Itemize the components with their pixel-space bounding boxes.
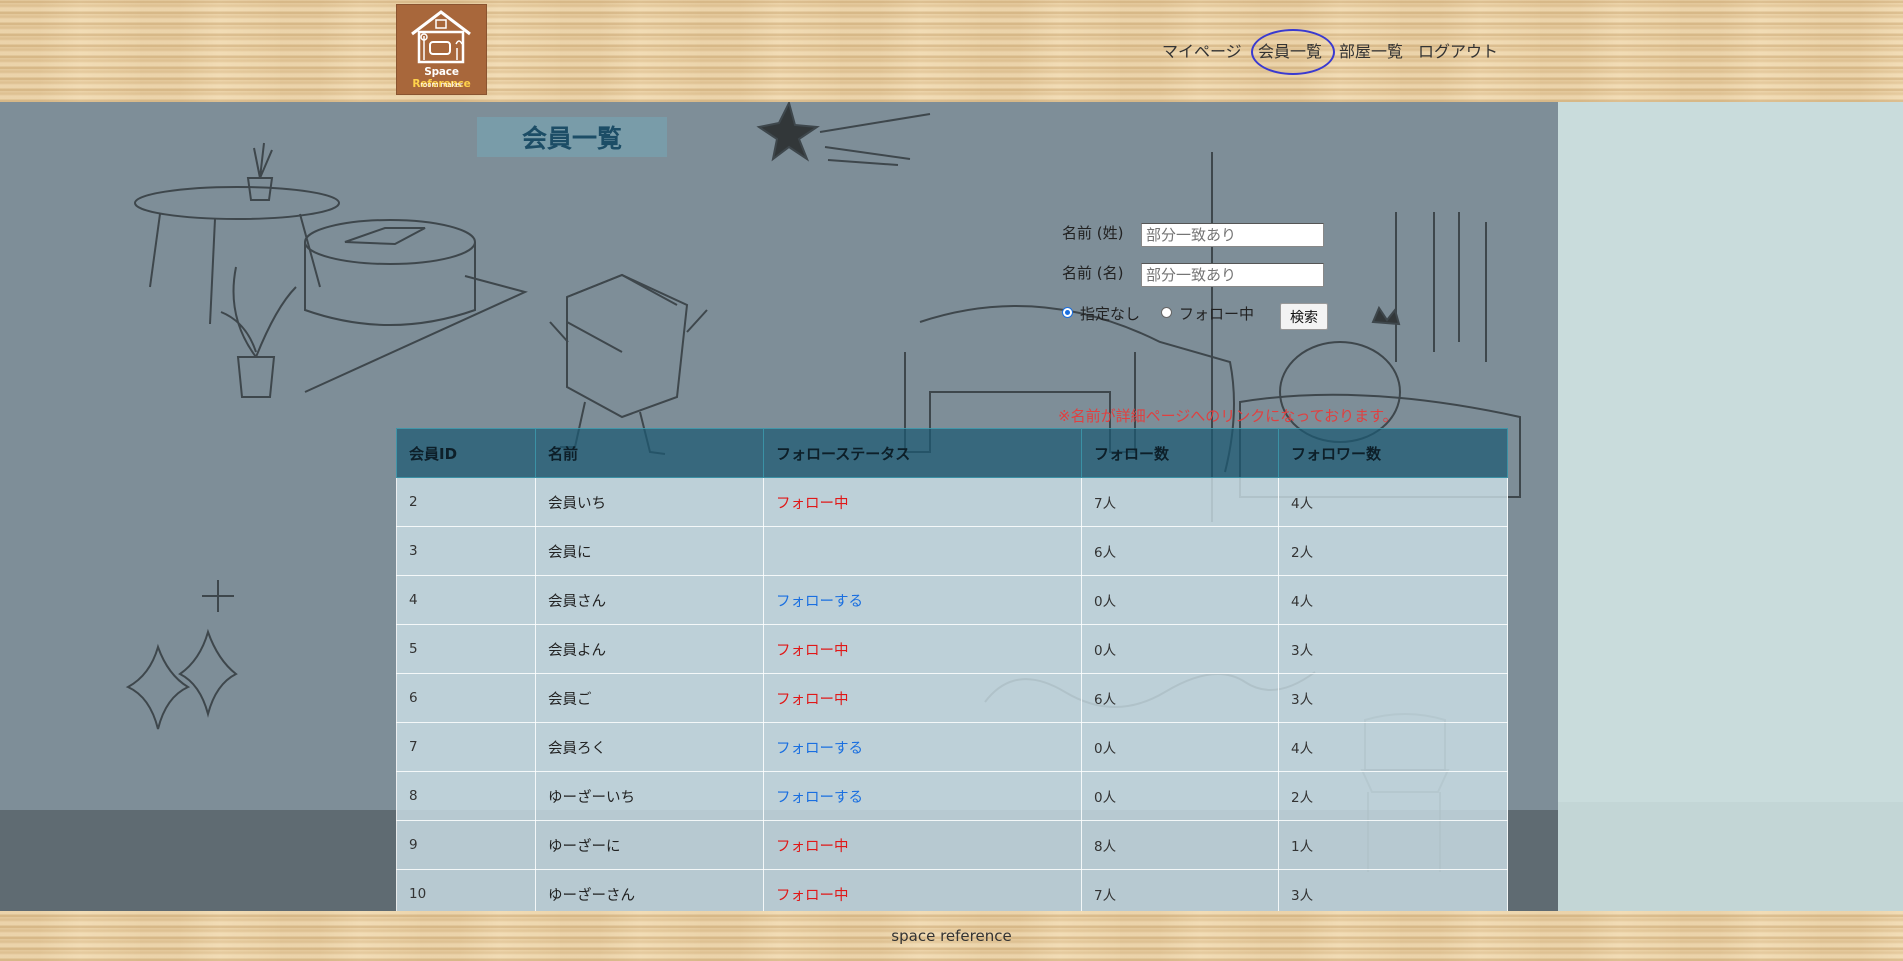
table-row: 6 会員ご フォロー中 6人 3人 [396,673,1508,723]
member-name-link[interactable]: 会員よん [535,624,764,674]
following-link[interactable]: フォロー中 [776,643,849,659]
site-logo[interactable]: Space Reference room maker [396,4,487,95]
nav-logout[interactable]: ログアウト [1418,38,1498,62]
col-header-followers: フォロワー数 [1278,428,1508,478]
footer-text: space reference [891,927,1012,945]
member-name-link[interactable]: 会員ろく [535,722,764,772]
first-name-input[interactable] [1141,263,1324,287]
member-id: 9 [396,820,536,870]
radio-following-label: フォロー中 [1179,305,1255,323]
table-row: 4 会員さん フォローする 0人 4人 [396,575,1508,625]
member-id: 3 [396,526,536,576]
last-name-label: 名前 (姓) [1062,224,1124,242]
follow-status [763,526,1082,576]
follower-count: 4人 [1278,575,1508,625]
member-id: 2 [396,477,536,527]
follow-status: フォロー中 [763,820,1082,870]
last-name-input[interactable] [1141,223,1324,247]
nav-rooms[interactable]: 部屋一覧 [1339,38,1403,62]
follow-status: フォローする [763,722,1082,772]
table-row: 7 会員ろく フォローする 0人 4人 [396,722,1508,772]
search-button[interactable]: 検索 [1280,303,1328,330]
member-id: 6 [396,673,536,723]
follower-count: 3人 [1278,673,1508,723]
following-count: 0人 [1081,771,1279,821]
table-header-row: 会員ID 名前 フォローステータス フォロー数 フォロワー数 [396,428,1508,478]
following-link[interactable]: フォロー中 [776,496,849,512]
header: Space Reference room maker マイページ 会員一覧 部屋… [0,0,1903,102]
follower-count: 1人 [1278,820,1508,870]
follower-count: 4人 [1278,722,1508,772]
follower-count: 4人 [1278,477,1508,527]
member-name-link[interactable]: ゆーざーいち [535,771,764,821]
table-row: 8 ゆーざーいち フォローする 0人 2人 [396,771,1508,821]
follow-link[interactable]: フォローする [776,790,863,806]
follower-count: 2人 [1278,526,1508,576]
follow-status: フォローする [763,575,1082,625]
page-title: 会員一覧 [477,117,667,157]
table-row: 3 会員に 6人 2人 [396,526,1508,576]
col-header-name: 名前 [535,428,764,478]
table-row: 5 会員よん フォロー中 0人 3人 [396,624,1508,674]
follow-status: フォロー中 [763,673,1082,723]
follower-count: 3人 [1278,624,1508,674]
following-count: 8人 [1081,820,1279,870]
following-link[interactable]: フォロー中 [776,888,849,904]
col-header-id: 会員ID [396,428,536,478]
radio-none[interactable] [1062,307,1073,318]
following-count: 0人 [1081,722,1279,772]
radio-following[interactable] [1161,307,1172,318]
member-name-link[interactable]: 会員さん [535,575,764,625]
follow-status: フォロー中 [763,624,1082,674]
table-row: 2 会員いち フォロー中 7人 4人 [396,477,1508,527]
member-name-link[interactable]: 会員に [535,526,764,576]
house-icon [411,10,471,64]
first-name-label: 名前 (名) [1062,264,1124,282]
member-id: 7 [396,722,536,772]
follow-status: フォローする [763,771,1082,821]
follow-link[interactable]: フォローする [776,594,863,610]
link-note: ※名前が詳細ページへのリンクになっております。 [1058,407,1398,425]
following-count: 0人 [1081,575,1279,625]
member-name-link[interactable]: ゆーざーに [535,820,764,870]
radio-none-label: 指定なし [1080,305,1141,323]
following-count: 6人 [1081,526,1279,576]
following-count: 0人 [1081,624,1279,674]
nav-members[interactable]: 会員一覧 [1258,38,1322,62]
follower-count: 2人 [1278,771,1508,821]
footer: space reference [0,911,1903,961]
follow-status: フォロー中 [763,477,1082,527]
member-id: 5 [396,624,536,674]
member-name-link[interactable]: 会員いち [535,477,764,527]
member-name-link[interactable]: 会員ご [535,673,764,723]
nav-mypage[interactable]: マイページ [1162,38,1242,62]
col-header-status: フォローステータス [763,428,1082,478]
following-count: 7人 [1081,477,1279,527]
col-header-following: フォロー数 [1081,428,1279,478]
following-count: 6人 [1081,673,1279,723]
following-link[interactable]: フォロー中 [776,839,849,855]
follow-link[interactable]: フォローする [776,741,863,757]
table-row: 9 ゆーざーに フォロー中 8人 1人 [396,820,1508,870]
member-table: 会員ID 名前 フォローステータス フォロー数 フォロワー数 2 会員いち フォ… [396,428,1508,919]
member-id: 4 [396,575,536,625]
following-link[interactable]: フォロー中 [776,692,849,708]
member-id: 8 [396,771,536,821]
